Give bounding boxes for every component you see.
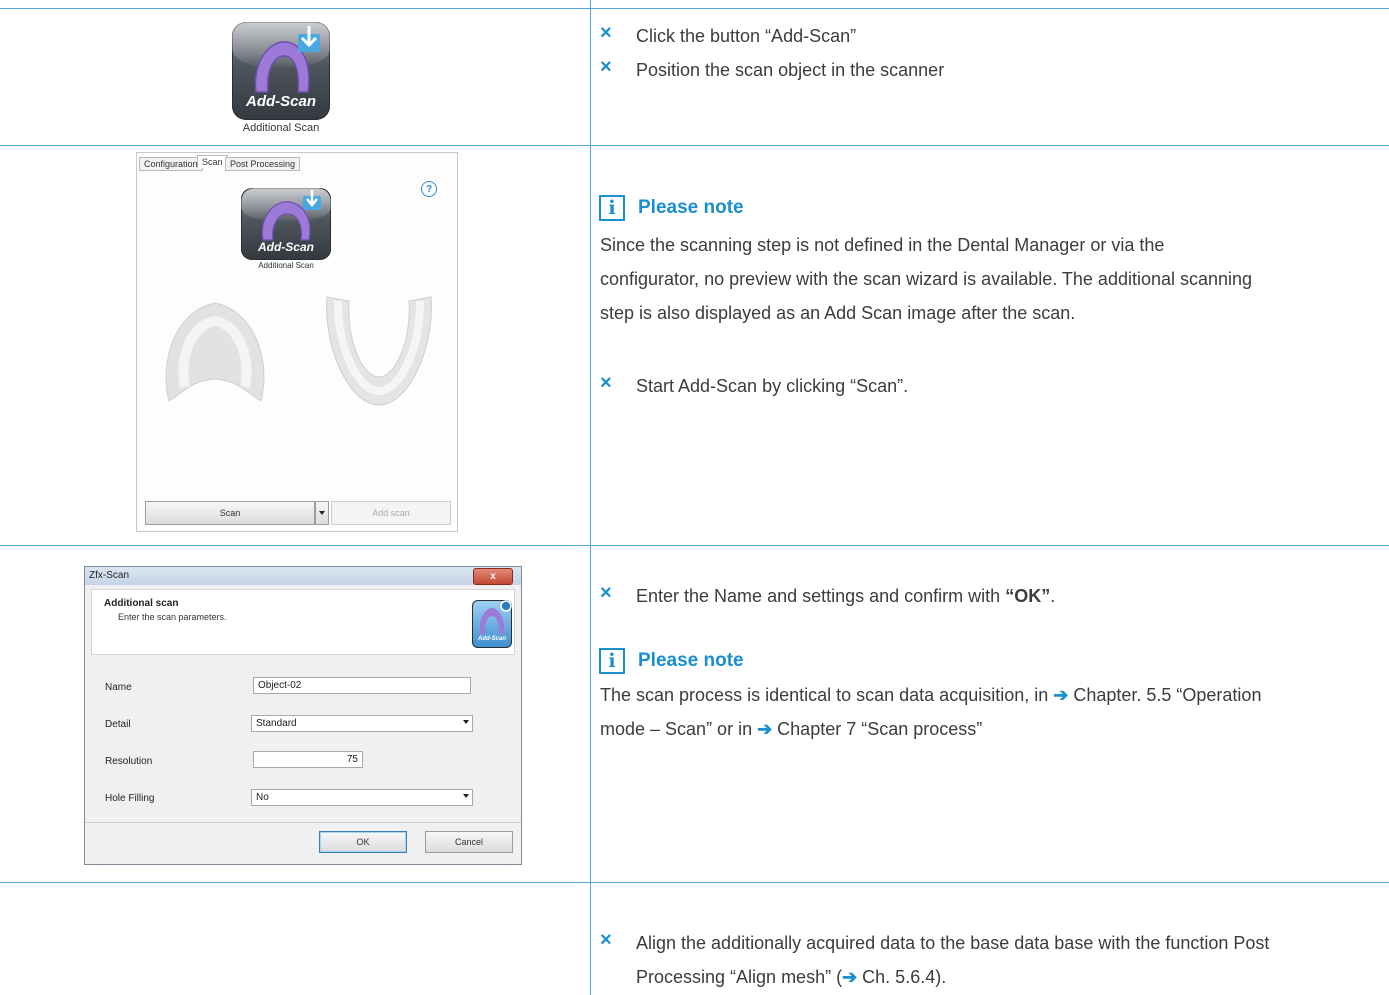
bullet-icon: × <box>600 372 612 394</box>
hole-filling-select[interactable]: No <box>251 789 473 806</box>
note-title: Please note <box>638 650 744 671</box>
column-divider <box>590 0 591 995</box>
scan-panel: Configuration Scan Post Processing ? Add… <box>136 152 458 532</box>
note-heading: i Please note <box>599 195 744 221</box>
instruction-text: Start Add-Scan by clicking “Scan”. <box>636 376 909 396</box>
dialog-footer-divider <box>85 822 521 823</box>
icon-caption: Additional Scan <box>258 261 314 270</box>
arrow-right-icon: ➔ <box>842 967 858 987</box>
scan-button[interactable]: Scan <box>145 501 315 525</box>
dialog-header: Additional scan Enter the scan parameter… <box>91 589 515 655</box>
instruction-text: Enter the Name and settings and confirm … <box>636 586 1056 606</box>
chevron-down-icon <box>319 511 325 515</box>
note-text-line: step is also displayed as an Add Scan im… <box>600 303 1076 323</box>
dialog-title: Zfx-Scan <box>89 570 130 581</box>
scan-dropdown-button[interactable] <box>315 501 329 525</box>
info-icon: i <box>599 195 625 221</box>
arrow-right-icon: ➔ <box>757 719 773 739</box>
icon-caption: Additional Scan <box>242 122 320 134</box>
hole-filling-label: Hole Filling <box>105 793 155 804</box>
info-icon: i <box>599 648 625 674</box>
dialog-heading: Additional scan <box>104 598 179 609</box>
resolution-field[interactable]: 75 <box>253 751 363 768</box>
help-icon[interactable]: ? <box>421 181 437 197</box>
tab-scan[interactable]: Scan <box>197 155 228 168</box>
row-divider <box>0 882 1389 883</box>
bullet-icon: × <box>600 56 612 78</box>
instruction-text: Processing “Align mesh” (➔ Ch. 5.6.4). <box>636 967 947 987</box>
chevron-down-icon <box>463 794 469 798</box>
dialog-subheading: Enter the scan parameters. <box>118 612 227 622</box>
upper-jaw-image <box>165 302 265 402</box>
detail-select[interactable]: Standard <box>251 715 473 732</box>
note-text-line: mode – Scan” or in ➔ Chapter 7 “Scan pro… <box>600 719 983 739</box>
tab-post-processing[interactable]: Post Processing <box>225 157 301 171</box>
instruction-text: Click the button “Add-Scan” <box>636 26 857 46</box>
icon-label: Add-Scan <box>477 636 506 642</box>
ok-button[interactable]: OK <box>319 831 407 853</box>
name-field[interactable]: Object-02 <box>253 677 471 694</box>
icon-label: Add-Scan <box>257 240 314 254</box>
note-title: Please note <box>638 197 744 218</box>
add-scan-corner-icon: Add-Scan <box>472 600 512 648</box>
add-scan-button[interactable]: Add scan <box>331 501 451 525</box>
close-icon: x <box>490 571 496 582</box>
icon-label: Add-Scan <box>245 93 316 110</box>
bullet-icon: × <box>600 22 612 44</box>
resolution-label: Resolution <box>105 756 153 767</box>
chevron-down-icon <box>463 720 469 724</box>
arrow-right-icon: ➔ <box>1053 685 1069 705</box>
note-text-line: The scan process is identical to scan da… <box>600 685 1262 705</box>
instruction-text: Align the additionally acquired data to … <box>636 933 1270 953</box>
note-heading: i Please note <box>599 648 744 674</box>
row-divider <box>0 145 1389 146</box>
instruction-text: Position the scan object in the scanner <box>636 60 945 80</box>
name-label: Name <box>105 682 132 693</box>
dialog-titlebar: Zfx-Scan x <box>85 567 521 585</box>
add-scan-app-icon[interactable]: Add-Scan <box>241 188 331 260</box>
bullet-icon: × <box>600 929 612 951</box>
scan-dialog: Zfx-Scan x Additional scan Enter the sca… <box>84 566 522 865</box>
add-scan-app-icon[interactable]: Add-Scan <box>232 22 330 120</box>
note-text-line: configurator, no preview with the scan w… <box>600 269 1253 289</box>
row-divider <box>0 8 1389 9</box>
lower-jaw-image <box>326 296 432 406</box>
note-text-line: Since the scanning step is not defined i… <box>600 235 1165 255</box>
cancel-button[interactable]: Cancel <box>425 831 513 853</box>
row-divider <box>0 545 1389 546</box>
tab-configuration[interactable]: Configuration <box>139 157 203 171</box>
close-button[interactable]: x <box>473 568 513 585</box>
bullet-icon: × <box>600 582 612 604</box>
detail-label: Detail <box>105 719 131 730</box>
